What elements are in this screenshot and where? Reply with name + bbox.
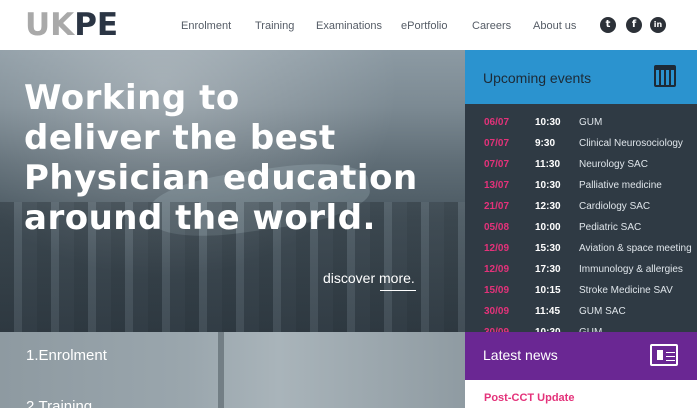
- event-date: 12/09: [484, 243, 510, 254]
- event-date: 06/07: [484, 117, 510, 128]
- section-tabs: 1.Enrolment 2.Training: [0, 332, 465, 408]
- event-date: 15/09: [484, 285, 510, 296]
- events-title: Upcoming events: [483, 70, 592, 86]
- discover-more-link[interactable]: discover more.: [323, 270, 415, 286]
- event-time: 10:30: [535, 117, 561, 128]
- latest-news-list: Post-CCT Update: [465, 380, 697, 408]
- event-date: 30/09: [484, 306, 510, 317]
- event-name: GUM: [579, 117, 603, 128]
- event-name: Clinical Neurosociology: [579, 138, 683, 149]
- events-header: Upcoming events: [465, 50, 697, 104]
- event-time: 10:00: [535, 222, 561, 233]
- event-time: 11:45: [535, 306, 561, 317]
- event-name: Stroke Medicine SAV: [579, 285, 673, 296]
- newspaper-icon: [650, 344, 678, 366]
- event-name: Cardiology SAC: [579, 201, 651, 212]
- event-row[interactable]: 12/09 15:30 Aviation & space meeting: [465, 239, 697, 259]
- event-time: 10:30: [535, 180, 561, 191]
- tab-enrolment[interactable]: 1.Enrolment: [26, 347, 107, 364]
- hero-title: Working to deliver the best Physician ed…: [24, 78, 454, 238]
- site-header: UKPE Enrolment Training Examinations ePo…: [0, 0, 697, 50]
- tabs-background-pillar: [218, 332, 224, 408]
- event-date: 13/07: [484, 180, 510, 191]
- event-row[interactable]: 21/07 12:30 Cardiology SAC: [465, 197, 697, 217]
- event-name: Aviation & space meeting: [579, 243, 692, 254]
- main-nav: Enrolment Training Examinations ePortfol…: [0, 18, 697, 34]
- event-time: 15:30: [535, 243, 561, 254]
- event-date: 21/07: [484, 201, 510, 212]
- event-row[interactable]: 05/08 10:00 Pediatric SAC: [465, 218, 697, 238]
- hero-title-line: Working to: [24, 78, 240, 118]
- event-time: 17:30: [535, 264, 561, 275]
- hero-title-line: deliver the best: [24, 118, 336, 158]
- event-date: 12/09: [484, 264, 510, 275]
- nav-careers[interactable]: Careers: [472, 18, 511, 34]
- event-name: Pediatric SAC: [579, 222, 642, 233]
- facebook-icon[interactable]: f: [626, 17, 642, 33]
- hero-title-line: around the world.: [24, 198, 376, 238]
- event-name: Immunology & allergies: [579, 264, 683, 275]
- news-title: Latest news: [483, 347, 558, 363]
- event-time: 10:30: [535, 323, 561, 332]
- event-row[interactable]: 06/07 10:30 GUM: [465, 113, 697, 133]
- nav-enrolment[interactable]: Enrolment: [181, 18, 231, 34]
- event-name: Neurology SAC: [579, 159, 648, 170]
- event-row[interactable]: 07/07 11:30 Neurology SAC: [465, 155, 697, 175]
- event-row[interactable]: 12/09 17:30 Immunology & allergies: [465, 260, 697, 280]
- event-name: GUM: [579, 323, 602, 332]
- event-date: 05/08: [484, 222, 510, 233]
- twitter-icon[interactable]: t: [600, 17, 616, 33]
- hero-banner: Working to deliver the best Physician ed…: [0, 50, 465, 332]
- event-row[interactable]: 13/07 10:30 Palliative medicine: [465, 176, 697, 196]
- event-date: 07/07: [484, 159, 510, 170]
- hero-title-line: Physician education: [24, 158, 418, 198]
- discover-underline: [380, 290, 416, 291]
- event-row[interactable]: 15/09 10:15 Stroke Medicine SAV: [465, 281, 697, 301]
- event-row[interactable]: 30/09 10:30 GUM: [465, 323, 697, 332]
- event-date: 30/09: [484, 323, 509, 332]
- nav-eportfolio[interactable]: ePortfolio: [401, 18, 447, 34]
- nav-about-us[interactable]: About us: [533, 18, 576, 34]
- event-time: 10:15: [535, 285, 561, 296]
- event-row[interactable]: 07/07 9:30 Clinical Neurosociology: [465, 134, 697, 154]
- upcoming-events-panel: Upcoming events 06/07 10:30 GUM 07/07 9:30 C…: [465, 50, 697, 332]
- event-row[interactable]: 30/09 11:45 GUM SAC: [465, 302, 697, 322]
- event-time: 11:30: [535, 159, 561, 170]
- tab-training[interactable]: 2.Training: [26, 398, 92, 408]
- nav-training[interactable]: Training: [255, 18, 294, 34]
- event-time: 9:30: [535, 138, 556, 149]
- event-name: GUM SAC: [579, 306, 626, 317]
- event-time: 12:30: [535, 201, 561, 212]
- linkedin-icon[interactable]: in: [650, 17, 666, 33]
- event-name: Palliative medicine: [579, 180, 662, 191]
- latest-news-header[interactable]: Latest news: [465, 332, 697, 380]
- event-date: 07/07: [484, 138, 510, 149]
- news-item-link[interactable]: Post-CCT Update: [484, 392, 574, 404]
- calendar-icon[interactable]: [654, 65, 676, 87]
- nav-examinations[interactable]: Examinations: [316, 18, 382, 34]
